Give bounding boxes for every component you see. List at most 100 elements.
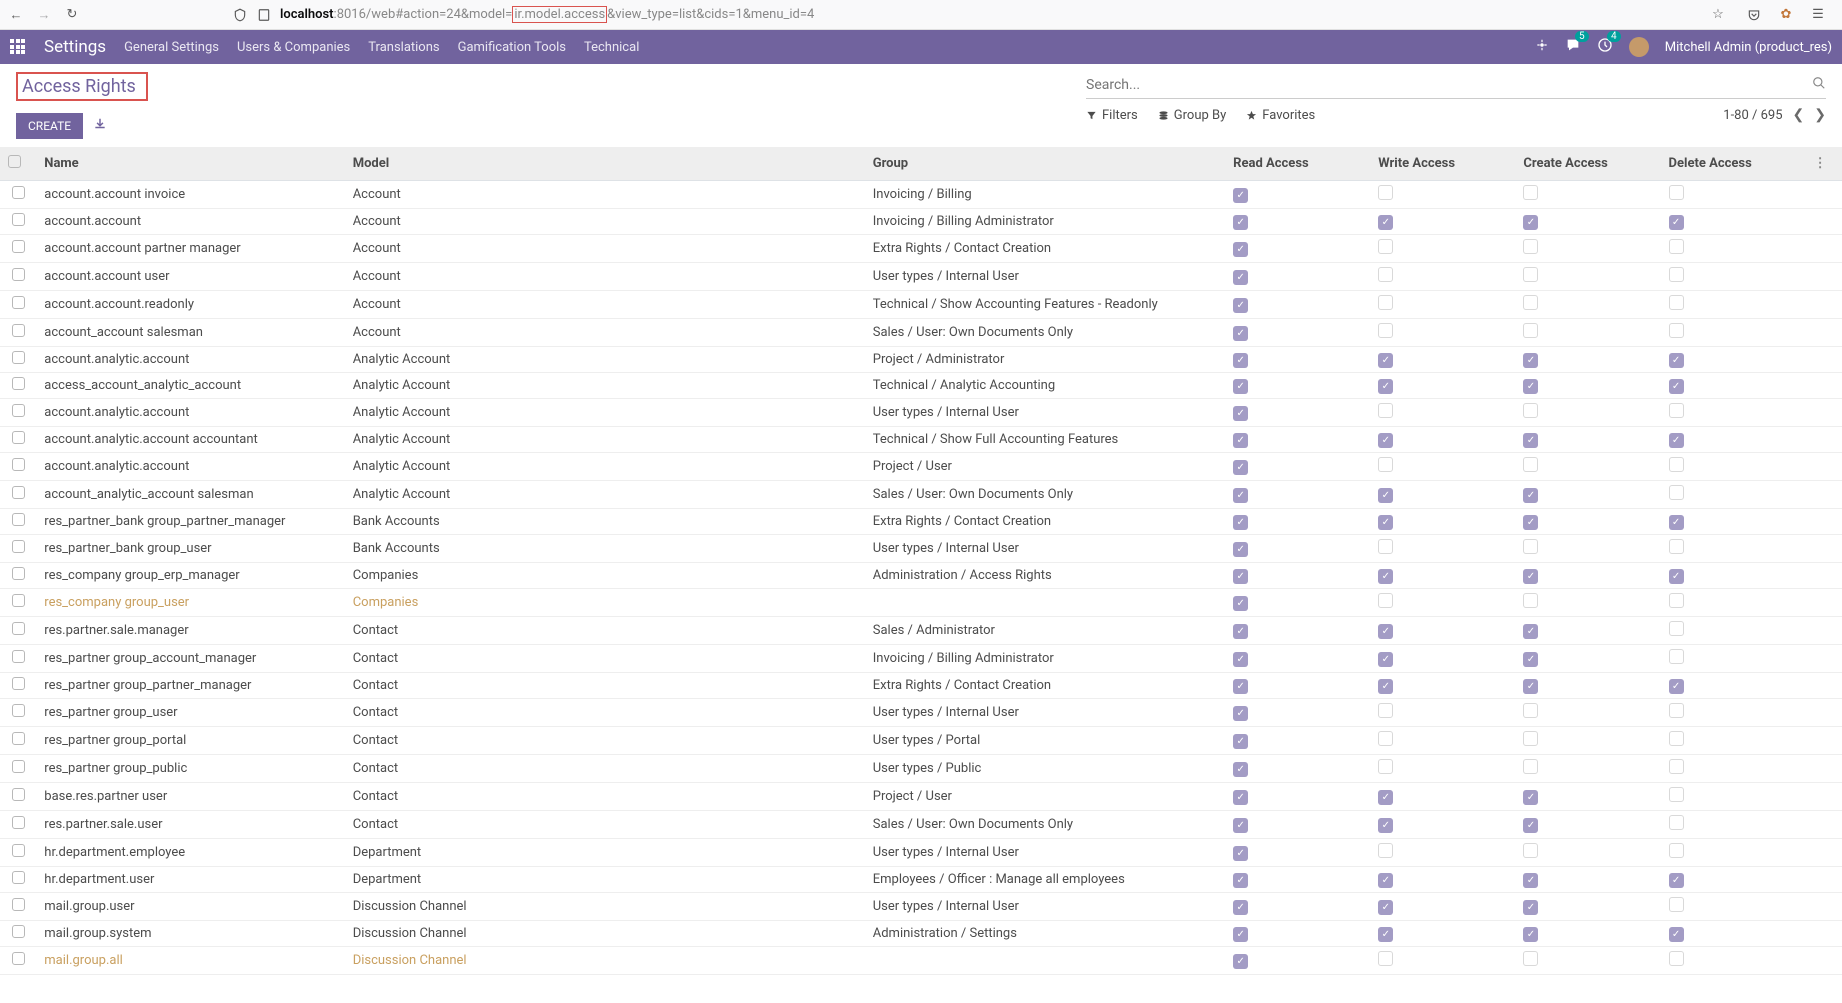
row-checkbox[interactable] <box>12 594 25 607</box>
create-button[interactable]: CREATE <box>16 113 83 139</box>
access-checkbox[interactable] <box>1523 185 1538 200</box>
forward-icon[interactable]: → <box>36 7 52 23</box>
access-checkbox[interactable]: ✓ <box>1233 596 1248 611</box>
access-checkbox[interactable]: ✓ <box>1523 569 1538 584</box>
access-checkbox[interactable] <box>1523 593 1538 608</box>
menu-general-settings[interactable]: General Settings <box>124 40 219 55</box>
access-checkbox[interactable]: ✓ <box>1523 379 1538 394</box>
row-checkbox[interactable] <box>12 844 25 857</box>
access-checkbox[interactable] <box>1523 457 1538 472</box>
access-checkbox[interactable]: ✓ <box>1233 873 1248 888</box>
access-checkbox[interactable] <box>1378 239 1393 254</box>
access-checkbox[interactable] <box>1523 403 1538 418</box>
pager-value[interactable]: 1-80 / 695 <box>1723 108 1782 123</box>
row-checkbox[interactable] <box>12 622 25 635</box>
access-checkbox[interactable]: ✓ <box>1523 624 1538 639</box>
access-checkbox[interactable] <box>1669 759 1684 774</box>
access-checkbox[interactable] <box>1523 323 1538 338</box>
messages-icon[interactable]: 5 <box>1565 37 1581 57</box>
row-checkbox[interactable] <box>12 952 25 965</box>
table-row[interactable]: mail.group.system Discussion Channel Adm… <box>0 921 1842 947</box>
filters-button[interactable]: Filters <box>1086 108 1138 123</box>
access-checkbox[interactable]: ✓ <box>1233 188 1248 203</box>
table-row[interactable]: account.account Account Invoicing / Bill… <box>0 209 1842 235</box>
access-checkbox[interactable]: ✓ <box>1669 679 1684 694</box>
access-checkbox[interactable]: ✓ <box>1378 900 1393 915</box>
group-by-button[interactable]: Group By <box>1158 108 1227 123</box>
access-checkbox[interactable] <box>1669 593 1684 608</box>
access-checkbox[interactable] <box>1378 759 1393 774</box>
table-row[interactable]: mail.group.all Discussion Channel ✓ <box>0 947 1842 975</box>
table-row[interactable]: res_partner group_user Contact User type… <box>0 699 1842 727</box>
access-checkbox[interactable] <box>1669 703 1684 718</box>
table-row[interactable]: account.account invoice Account Invoicin… <box>0 181 1842 209</box>
access-checkbox[interactable]: ✓ <box>1233 624 1248 639</box>
row-checkbox[interactable] <box>12 898 25 911</box>
access-checkbox[interactable] <box>1669 951 1684 966</box>
menu-users-companies[interactable]: Users & Companies <box>237 40 350 55</box>
breadcrumb[interactable]: Access Rights <box>16 72 148 101</box>
access-checkbox[interactable] <box>1669 403 1684 418</box>
access-checkbox[interactable] <box>1669 485 1684 500</box>
access-checkbox[interactable]: ✓ <box>1233 846 1248 861</box>
access-checkbox[interactable]: ✓ <box>1378 873 1393 888</box>
access-checkbox[interactable] <box>1378 295 1393 310</box>
app-title[interactable]: Settings <box>44 37 106 57</box>
optional-columns-icon[interactable]: ⋮ <box>1814 156 1827 171</box>
row-checkbox[interactable] <box>12 650 25 663</box>
access-checkbox[interactable]: ✓ <box>1378 790 1393 805</box>
reload-icon[interactable]: ↻ <box>64 7 80 23</box>
access-checkbox[interactable]: ✓ <box>1378 679 1393 694</box>
access-checkbox[interactable] <box>1669 815 1684 830</box>
access-checkbox[interactable]: ✓ <box>1233 706 1248 721</box>
access-checkbox[interactable] <box>1669 295 1684 310</box>
table-row[interactable]: res_partner group_public Contact User ty… <box>0 755 1842 783</box>
access-checkbox[interactable]: ✓ <box>1523 433 1538 448</box>
access-checkbox[interactable] <box>1669 649 1684 664</box>
access-checkbox[interactable]: ✓ <box>1233 569 1248 584</box>
access-checkbox[interactable]: ✓ <box>1523 873 1538 888</box>
access-checkbox[interactable]: ✓ <box>1233 298 1248 313</box>
access-checkbox[interactable]: ✓ <box>1233 242 1248 257</box>
row-checkbox[interactable] <box>12 351 25 364</box>
pocket-icon[interactable] <box>1746 7 1762 23</box>
row-checkbox[interactable] <box>12 816 25 829</box>
row-checkbox[interactable] <box>12 760 25 773</box>
row-checkbox[interactable] <box>12 704 25 717</box>
access-checkbox[interactable]: ✓ <box>1378 624 1393 639</box>
access-checkbox[interactable] <box>1523 951 1538 966</box>
access-checkbox[interactable]: ✓ <box>1669 215 1684 230</box>
menu-icon[interactable]: ☰ <box>1810 7 1826 23</box>
row-checkbox[interactable] <box>12 240 25 253</box>
access-checkbox[interactable]: ✓ <box>1378 215 1393 230</box>
table-row[interactable]: hr.department.user Department Employees … <box>0 867 1842 893</box>
user-menu[interactable]: Mitchell Admin (product_res) <box>1665 40 1832 55</box>
access-checkbox[interactable] <box>1378 703 1393 718</box>
row-checkbox[interactable] <box>12 404 25 417</box>
access-checkbox[interactable]: ✓ <box>1233 270 1248 285</box>
table-row[interactable]: access_account_analytic_account Analytic… <box>0 373 1842 399</box>
access-checkbox[interactable]: ✓ <box>1378 433 1393 448</box>
row-checkbox[interactable] <box>12 213 25 226</box>
access-checkbox[interactable]: ✓ <box>1378 652 1393 667</box>
table-row[interactable]: account.account user Account User types … <box>0 263 1842 291</box>
row-checkbox[interactable] <box>12 540 25 553</box>
access-checkbox[interactable]: ✓ <box>1233 353 1248 368</box>
access-checkbox[interactable]: ✓ <box>1233 734 1248 749</box>
pager-next[interactable]: ❯ <box>1814 107 1826 123</box>
access-checkbox[interactable] <box>1378 539 1393 554</box>
table-row[interactable]: res.partner.sale.manager Contact Sales /… <box>0 617 1842 645</box>
search-box[interactable] <box>1086 72 1826 99</box>
table-row[interactable]: account.analytic.account accountant Anal… <box>0 427 1842 453</box>
star-icon[interactable]: ☆ <box>1710 7 1726 23</box>
access-checkbox[interactable] <box>1378 267 1393 282</box>
access-checkbox[interactable]: ✓ <box>1233 679 1248 694</box>
select-all-checkbox[interactable] <box>8 155 21 168</box>
access-checkbox[interactable]: ✓ <box>1233 460 1248 475</box>
access-checkbox[interactable]: ✓ <box>1669 569 1684 584</box>
row-checkbox[interactable] <box>12 296 25 309</box>
access-checkbox[interactable] <box>1669 323 1684 338</box>
access-checkbox[interactable] <box>1378 593 1393 608</box>
access-checkbox[interactable]: ✓ <box>1378 515 1393 530</box>
access-checkbox[interactable]: ✓ <box>1233 762 1248 777</box>
